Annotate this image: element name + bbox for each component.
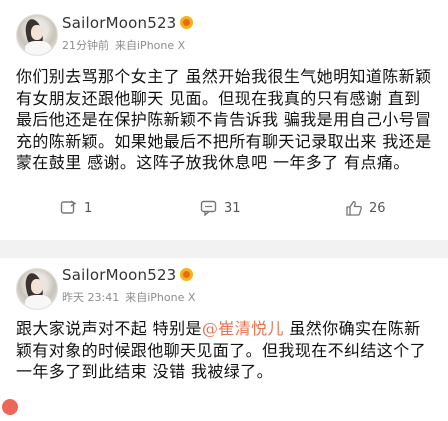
post-content-text: 跟大家说声对不起 特别是 <box>16 319 202 338</box>
repost-count: 1 <box>84 200 93 216</box>
comment-button[interactable]: 31 <box>200 200 241 216</box>
like-icon <box>345 200 363 216</box>
like-button[interactable]: 26 <box>345 200 386 216</box>
like-count: 26 <box>369 200 386 216</box>
post-source: 来自iPhone X <box>125 291 196 304</box>
comment-icon <box>200 200 218 216</box>
repost-button[interactable]: 1 <box>60 200 92 216</box>
comment-count: 31 <box>224 200 241 216</box>
post-time: 昨天 23:41 <box>62 291 120 304</box>
username[interactable]: SailorMoon523 <box>62 14 194 32</box>
watermark-icon <box>2 399 18 415</box>
vip-badge-icon <box>180 268 194 281</box>
user-mention-link[interactable]: @崔清悦儿 <box>202 319 284 338</box>
weibo-post-2: SailorMoon523 昨天 23:41 来自iPhone X 跟大家说声对不… <box>0 258 448 421</box>
post-source: 来自iPhone X <box>115 39 186 52</box>
username[interactable]: SailorMoon523 <box>62 266 194 284</box>
post-meta: 21分钟前 来自iPhone X <box>62 37 185 53</box>
user-avatar[interactable] <box>16 14 58 56</box>
repost-icon <box>60 200 78 216</box>
vip-badge-icon <box>180 16 194 29</box>
post-actions: 1 31 26 <box>0 200 448 224</box>
post-content: 你们别去骂那个女主了 虽然开始我很生气她明知道陈新颖有女朋友还跟他聊天 见面。但… <box>16 67 432 172</box>
post-meta: 昨天 23:41 来自iPhone X <box>62 289 195 305</box>
post-content: 跟大家说声对不起 特别是@崔清悦儿 虽然你确实在陈新颖有对象的时候跟他聊天见面了… <box>16 318 432 383</box>
username-text[interactable]: SailorMoon523 <box>62 266 176 284</box>
post-time: 21分钟前 <box>62 39 109 52</box>
watermark-logo <box>0 393 112 421</box>
weibo-post-1: SailorMoon523 21分钟前 来自iPhone X 你们别去骂那个女主了… <box>0 0 448 240</box>
user-avatar[interactable] <box>16 268 58 310</box>
post-divider <box>0 240 448 258</box>
username-text[interactable]: SailorMoon523 <box>62 14 176 32</box>
